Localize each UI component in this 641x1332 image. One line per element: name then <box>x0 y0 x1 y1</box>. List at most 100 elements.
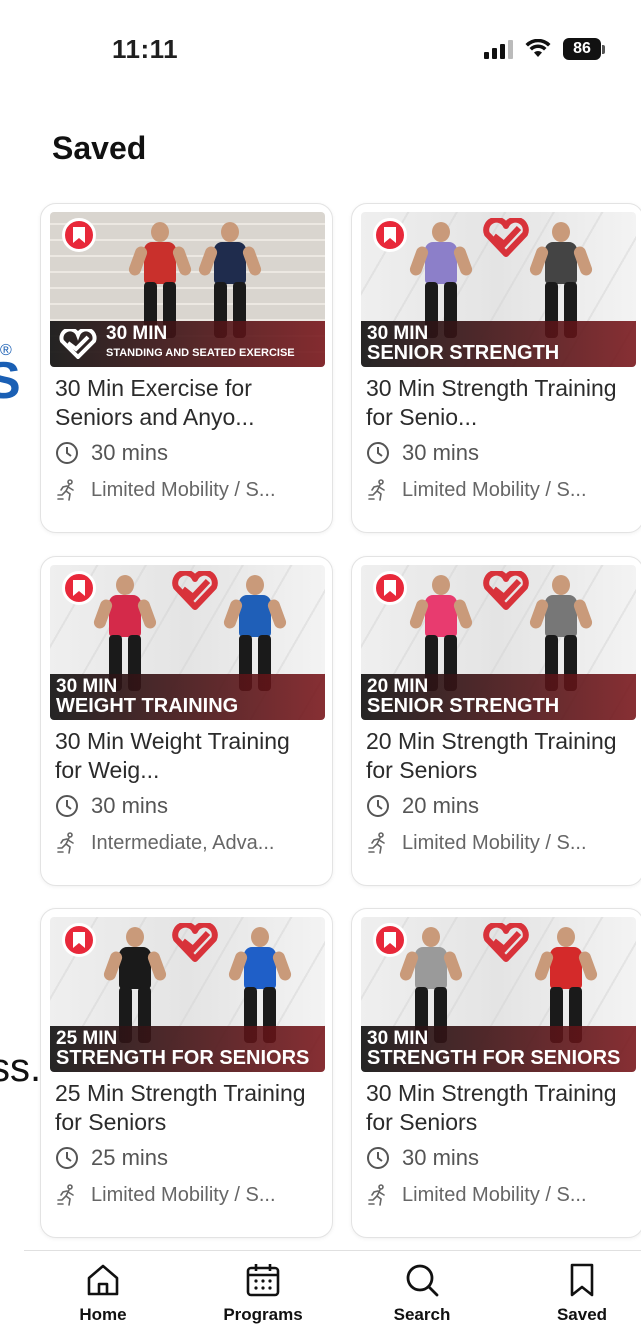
workout-level: Limited Mobility / S... <box>55 478 276 502</box>
workout-level: Limited Mobility / S... <box>366 1183 587 1207</box>
background-logo-fragment: S <box>0 352 21 410</box>
workout-duration: 30 mins <box>55 440 168 466</box>
brand-heart-logo-icon <box>483 923 529 962</box>
brand-heart-logo-icon <box>59 329 97 359</box>
tab-home-label: Home <box>79 1305 127 1324</box>
workout-thumbnail[interactable]: 25 MIN STRENGTH FOR SENIORS <box>50 917 325 1072</box>
workout-thumbnail[interactable]: 30 MIN STANDING AND SEATED EXERCISE <box>50 212 325 367</box>
status-time: 11:11 <box>112 34 179 64</box>
workout-duration: 20 mins <box>366 793 479 819</box>
bookmark-icon <box>73 580 85 596</box>
clock-icon <box>56 795 78 817</box>
status-bar: 11:11 86 <box>0 0 641 100</box>
thumbnail-program-text: SENIOR STRENGTH <box>367 695 560 717</box>
brand-heart-logo-icon <box>172 571 218 610</box>
workout-level: Limited Mobility / S... <box>366 831 587 855</box>
running-figure-icon <box>368 832 385 854</box>
search-icon <box>406 1264 439 1297</box>
level-text: Limited Mobility / S... <box>91 1183 276 1206</box>
brand-heart-logo-icon <box>172 923 218 962</box>
bottom-tab-bar: Home Programs Search Saved <box>24 1250 641 1332</box>
thumbnail-program-text: WEIGHT TRAINING <box>56 695 239 717</box>
tab-saved-label: Saved <box>556 1305 608 1324</box>
saved-workout-card[interactable]: 25 MIN STRENGTH FOR SENIORS 25 Min Strengt… <box>40 908 333 1238</box>
bookmark-icon <box>570 1263 594 1297</box>
workout-title: 30 Min Strength Training for Senio... <box>366 375 617 430</box>
workout-title: 30 Min Weight Training for Weig... <box>55 728 290 783</box>
running-figure-icon <box>57 1184 74 1206</box>
clock-icon <box>367 1147 389 1169</box>
bookmark-icon <box>384 932 396 948</box>
thumbnail-program-text: STANDING AND SEATED EXERCISE <box>106 347 295 359</box>
workout-thumbnail[interactable]: 30 MIN SENIOR STRENGTH <box>361 212 636 367</box>
workout-title: 25 Min Strength Training for Seniors <box>55 1080 306 1135</box>
workout-thumbnail[interactable]: 30 MIN STRENGTH FOR SENIORS <box>361 917 636 1072</box>
tab-programs[interactable]: Programs <box>208 1261 318 1325</box>
bookmark-icon <box>73 932 85 948</box>
wifi-icon <box>525 39 551 57</box>
workout-title: 30 Min Strength Training for Seniors <box>366 1080 617 1135</box>
running-figure-icon <box>368 479 385 501</box>
tab-home[interactable]: Home <box>48 1261 158 1325</box>
level-text: Intermediate, Adva... <box>91 831 275 854</box>
page-title: Saved <box>52 130 147 166</box>
remove-bookmark-button[interactable] <box>373 923 407 957</box>
clock-icon <box>367 795 389 817</box>
calendar-icon <box>246 1264 280 1297</box>
bookmark-icon <box>384 580 396 596</box>
thumbnail-duration-text: 30 MIN <box>106 323 168 344</box>
level-text: Limited Mobility / S... <box>402 831 587 854</box>
battery-level: 86 <box>563 38 601 60</box>
remove-bookmark-button[interactable] <box>62 923 96 957</box>
background-text-fragment: ss. <box>0 1046 42 1090</box>
remove-bookmark-button[interactable] <box>62 571 96 605</box>
workout-title: 30 Min Exercise for Seniors and Anyo... <box>55 375 255 430</box>
clock-icon <box>56 442 78 464</box>
tab-programs-label: Programs <box>223 1305 303 1324</box>
thumbnail-program-text: STRENGTH FOR SENIORS <box>56 1047 310 1069</box>
bookmark-icon <box>384 227 396 243</box>
workout-thumbnail[interactable]: 30 MIN WEIGHT TRAINING <box>50 565 325 720</box>
status-icons: 86 <box>484 38 605 60</box>
workout-level: Limited Mobility / S... <box>55 1183 276 1207</box>
workout-duration: 30 mins <box>366 1145 479 1171</box>
level-text: Limited Mobility / S... <box>91 478 276 501</box>
brand-heart-logo-icon <box>483 571 529 610</box>
tab-saved[interactable]: Saved <box>527 1261 637 1325</box>
thumbnail-program-text: STRENGTH FOR SENIORS <box>367 1047 621 1069</box>
level-text: Limited Mobility / S... <box>402 1183 587 1206</box>
duration-text: 25 mins <box>91 1145 169 1170</box>
home-icon <box>87 1264 119 1296</box>
workout-level: Limited Mobility / S... <box>366 478 587 502</box>
workout-level: Intermediate, Adva... <box>55 831 274 855</box>
thumbnail-program-text: SENIOR STRENGTH <box>367 342 560 364</box>
clock-icon <box>56 1147 78 1169</box>
level-text: Limited Mobility / S... <box>402 478 587 501</box>
saved-workout-card[interactable]: 30 MIN STRENGTH FOR SENIORS 30 Min Strengt… <box>351 908 641 1238</box>
running-figure-icon <box>368 1184 385 1206</box>
brand-heart-logo-icon <box>483 218 529 257</box>
remove-bookmark-button[interactable] <box>373 571 407 605</box>
saved-workout-card[interactable]: 30 MIN STANDING AND SEATED EXERCISE 30 Min… <box>40 203 333 533</box>
duration-text: 20 mins <box>402 793 480 818</box>
bookmark-icon <box>73 227 85 243</box>
remove-bookmark-button[interactable] <box>373 218 407 252</box>
cellular-signal-icon <box>484 39 513 59</box>
duration-text: 30 mins <box>91 440 169 465</box>
battery-indicator: 86 <box>563 38 605 60</box>
tab-search-label: Search <box>393 1305 451 1324</box>
saved-workout-card[interactable]: 30 MIN WEIGHT TRAINING 30 Min Weight Train… <box>40 556 333 886</box>
workout-thumbnail[interactable]: 20 MIN SENIOR STRENGTH <box>361 565 636 720</box>
clock-icon <box>367 442 389 464</box>
running-figure-icon <box>57 479 74 501</box>
saved-workout-card[interactable]: 20 MIN SENIOR STRENGTH 20 Min Strength Tra… <box>351 556 641 886</box>
running-figure-icon <box>57 832 74 854</box>
saved-workout-card[interactable]: 30 MIN SENIOR STRENGTH 30 Min Strength Tra… <box>351 203 641 533</box>
remove-bookmark-button[interactable] <box>62 218 96 252</box>
workout-duration: 30 mins <box>55 793 168 819</box>
workout-duration: 30 mins <box>366 440 479 466</box>
tab-search[interactable]: Search <box>367 1261 477 1325</box>
duration-text: 30 mins <box>402 1145 480 1170</box>
duration-text: 30 mins <box>91 793 169 818</box>
duration-text: 30 mins <box>402 440 480 465</box>
